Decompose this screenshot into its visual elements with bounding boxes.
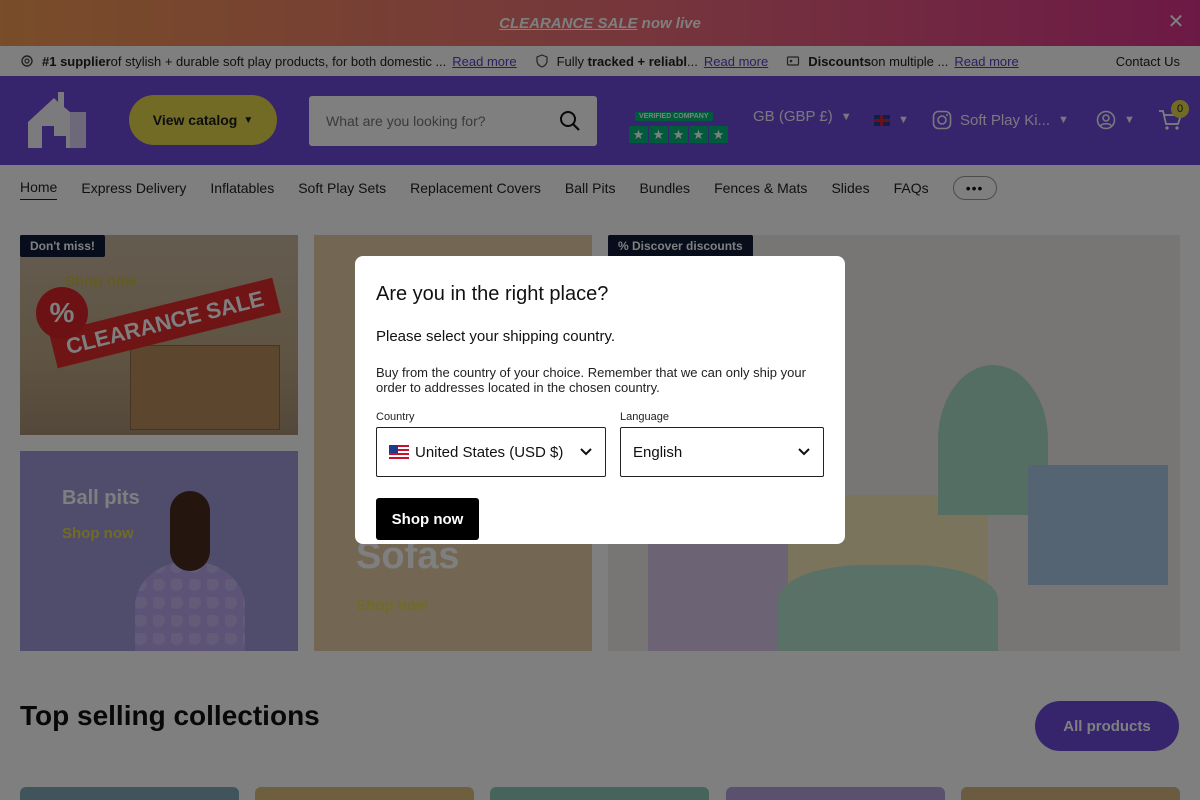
modal-title: Are you in the right place?	[376, 283, 609, 305]
modal-description: Buy from the country of your choice. Rem…	[376, 365, 806, 395]
country-select[interactable]: United States (USD $)	[376, 427, 606, 477]
chevron-down-icon	[580, 448, 592, 456]
language-label: Language	[620, 411, 669, 423]
language-value: English	[633, 443, 683, 461]
language-select[interactable]: English	[620, 427, 824, 477]
chevron-down-icon	[798, 448, 810, 456]
shop-now-button[interactable]: Shop now	[376, 498, 479, 540]
country-label: Country	[376, 411, 415, 423]
country-value: United States (USD $)	[415, 443, 564, 461]
us-flag-icon	[389, 445, 409, 459]
country-modal: Are you in the right place? Please selec…	[355, 256, 845, 544]
modal-subtitle: Please select your shipping country.	[376, 328, 616, 345]
